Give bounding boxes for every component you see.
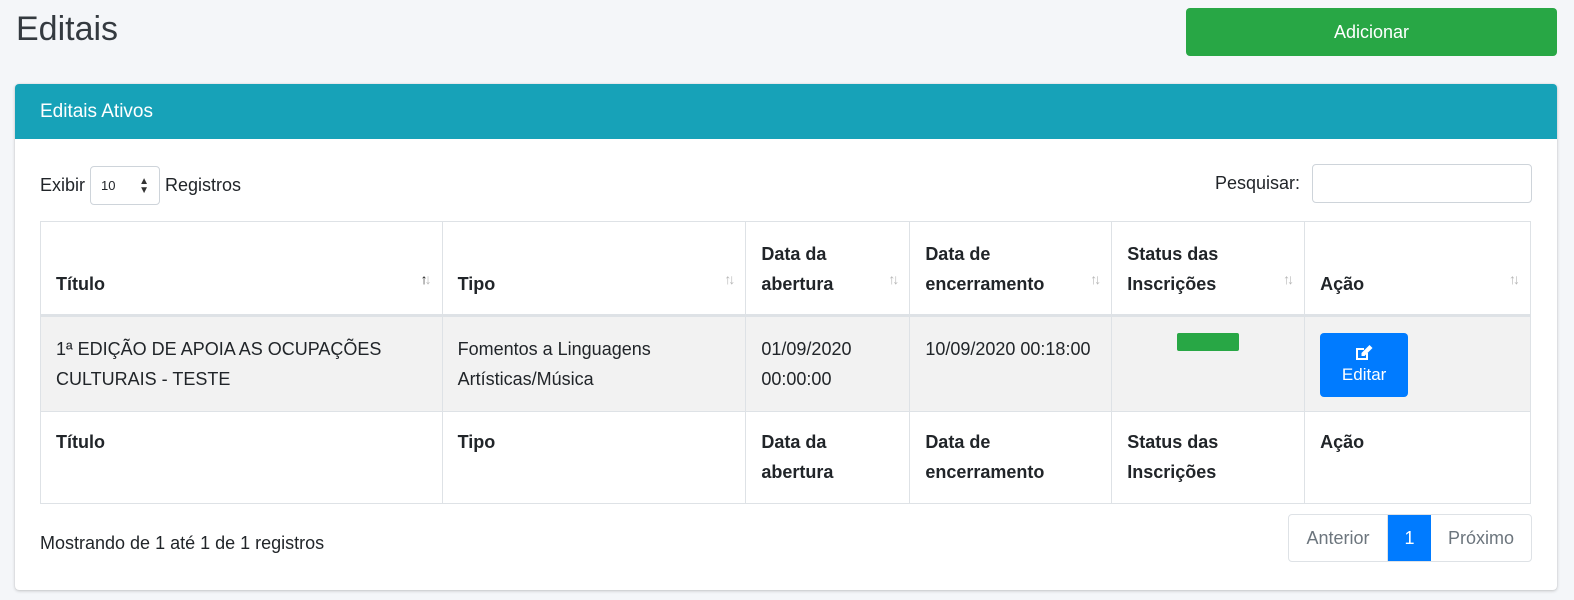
cell-status [1111, 315, 1306, 412]
page-length-value: 10 [101, 178, 116, 193]
col-header-acao[interactable]: Ação ↑↓ [1304, 221, 1531, 317]
edit-label: Editar [1341, 365, 1387, 384]
pagination-previous[interactable]: Anterior [1289, 515, 1388, 561]
foot-status: Status das Inscrições [1111, 411, 1306, 504]
notices-table: Título ↑↓ Tipo ↑↓ Data da abertura ↑↓ Data d… [40, 221, 1531, 504]
search-input[interactable] [1312, 164, 1532, 203]
col-header-abertura[interactable]: Data da abertura ↑↓ [745, 221, 911, 317]
col-header-encerramento[interactable]: Data de encerramento ↑↓ [909, 221, 1113, 317]
add-button[interactable]: Adicionar [1186, 8, 1557, 56]
card-header: Editais Ativos [15, 84, 1557, 139]
cell-titulo: 1ª EDIÇÃO DE APOIA AS OCUPAÇÕES CULTURAIS… [40, 315, 443, 412]
cell-encerramento: 10/09/2020 00:18:00 [909, 315, 1113, 412]
sort-icon: ↑↓ [1283, 271, 1294, 287]
table-header-row: Título ↑↓ Tipo ↑↓ Data da abertura ↑↓ Data d… [40, 221, 1531, 317]
foot-titulo: Título [40, 411, 443, 504]
table-footer-row: Título Tipo Data da abertura Data de encer… [40, 411, 1531, 504]
active-notices-card: Editais Ativos Exibir 10 ▲ ▼ Registros Pe… [15, 84, 1557, 590]
pagination: Anterior 1 Próximo [1288, 514, 1532, 562]
col-header-tipo[interactable]: Tipo ↑↓ [441, 221, 747, 317]
cell-abertura: 01/09/2020 00:00:00 [745, 315, 911, 412]
sort-asc-icon: ↑↓ [420, 271, 432, 287]
length-suffix-label: Registros [165, 175, 242, 195]
sort-icon: ↑↓ [724, 271, 735, 287]
sort-icon: ↑↓ [1509, 271, 1520, 287]
col-header-titulo[interactable]: Título ↑↓ [40, 221, 443, 317]
pagination-page-1[interactable]: 1 [1388, 515, 1431, 561]
search-label: Pesquisar: [1214, 173, 1300, 193]
table-row: 1ª EDIÇÃO DE APOIA AS OCUPAÇÕES CULTURAIS… [40, 315, 1531, 412]
foot-acao: Ação [1304, 411, 1531, 504]
select-arrows-icon: ▲ ▼ [139, 175, 150, 196]
page-title: Editais [16, 10, 119, 48]
cell-acao: Editar [1304, 315, 1531, 412]
edit-icon [1356, 345, 1373, 360]
status-badge [1177, 333, 1240, 351]
length-show-label: Exibir [40, 175, 86, 195]
search-control: Pesquisar: [1215, 164, 1532, 203]
col-header-status[interactable]: Status das Inscrições ↑↓ [1111, 221, 1306, 317]
foot-encerramento: Data de encerramento [909, 411, 1113, 504]
foot-abertura: Data da abertura [745, 411, 911, 504]
sort-icon: ↑↓ [888, 271, 899, 287]
page-length-control: Exibir 10 ▲ ▼ Registros [40, 166, 241, 205]
edit-button[interactable]: Editar [1320, 333, 1409, 397]
sort-icon: ↑↓ [1090, 271, 1101, 287]
cell-tipo: Fomentos a Linguagens Artísticas/Música [441, 315, 747, 412]
table-info: Mostrando de 1 até 1 de 1 registros [40, 533, 325, 553]
foot-tipo: Tipo [441, 411, 747, 504]
page-length-select[interactable]: 10 ▲ ▼ [90, 166, 161, 205]
pagination-next[interactable]: Próximo [1431, 515, 1531, 561]
